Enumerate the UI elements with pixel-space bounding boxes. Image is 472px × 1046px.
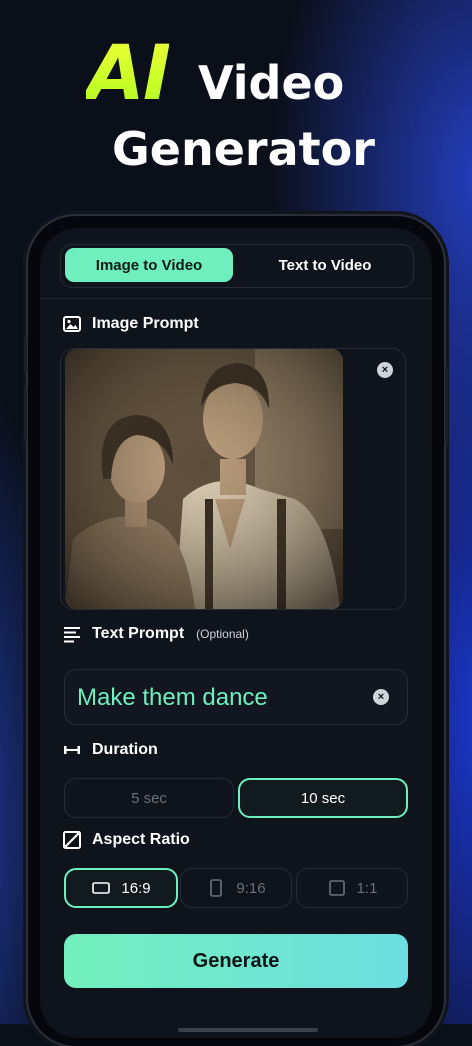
text-prompt-label: Text Prompt (Optional) <box>62 624 249 644</box>
phone-side-button <box>24 386 27 442</box>
landscape-icon <box>91 878 111 898</box>
aspect-option-16-9[interactable]: 16:9 <box>64 868 178 908</box>
generate-button[interactable]: Generate <box>64 934 408 988</box>
text-prompt-label-text: Text Prompt <box>92 625 185 642</box>
duration-label-text: Duration <box>92 741 158 758</box>
duration-option-10-sec[interactable]: 10 sec <box>238 778 408 818</box>
duration-option-label: 10 sec <box>300 789 346 807</box>
text-lines-icon <box>62 624 82 644</box>
tab-text-to-video[interactable]: Text to Video <box>241 248 409 282</box>
image-prompt-label-text: Image Prompt <box>92 315 199 332</box>
portrait-icon <box>206 878 226 898</box>
aspect-option-label: 1:1 <box>356 879 378 897</box>
phone-side-button <box>24 336 27 372</box>
hero-video-text: Video <box>198 56 345 110</box>
text-prompt-value: Make them dance <box>77 684 268 711</box>
aspect-ratio-label-text: Aspect Ratio <box>92 831 190 848</box>
home-indicator <box>178 1028 318 1032</box>
divider <box>40 298 432 299</box>
aspect-option-label: 16:9 <box>121 879 151 897</box>
tab-image-to-video[interactable]: Image to Video <box>65 248 233 282</box>
aspect-ratio-label: Aspect Ratio <box>62 830 190 850</box>
aspect-option-1-1[interactable]: 1:1 <box>296 868 408 908</box>
duration-label: Duration <box>62 740 158 760</box>
clear-prompt-button[interactable]: × <box>373 689 389 705</box>
duration-option-label: 5 sec <box>131 789 167 807</box>
remove-image-button[interactable]: × <box>377 362 393 378</box>
hero-ai-text: AI <box>86 28 171 117</box>
hero-generator-text: Generator <box>112 122 375 176</box>
duration-option-5-sec[interactable]: 5 sec <box>64 778 234 818</box>
optional-tag: (Optional) <box>196 627 249 641</box>
phone-screen: Image to Video Text to Video Image Promp… <box>40 228 432 1038</box>
text-prompt-input[interactable]: Make them dance × <box>64 669 408 725</box>
phone-side-button <box>445 366 448 446</box>
aspect-option-label: 9:16 <box>236 879 266 897</box>
hero-title: AI Video Generator <box>0 0 472 200</box>
uploaded-photo <box>65 349 343 609</box>
image-prompt-label: Image Prompt <box>62 314 199 334</box>
image-upload-box[interactable]: × <box>60 348 406 610</box>
square-icon <box>327 878 347 898</box>
aspect-option-9-16[interactable]: 9:16 <box>180 868 292 908</box>
aspect-ratio-icon <box>62 830 82 850</box>
mode-segmented-control: Image to Video Text to Video <box>60 244 414 288</box>
image-icon <box>62 314 82 334</box>
duration-icon <box>62 740 82 760</box>
phone-frame: Image to Video Text to Video Image Promp… <box>24 216 448 1046</box>
